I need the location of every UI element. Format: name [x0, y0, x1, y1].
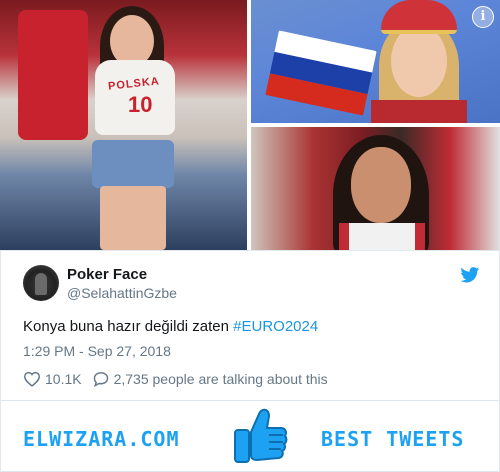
fan-legs: [100, 186, 166, 250]
fan-face: [391, 25, 447, 97]
user-handle[interactable]: @SelahattinGzbe: [67, 285, 177, 301]
kokoshnik-headdress: [381, 0, 457, 34]
thumbs-up-icon: [234, 408, 288, 463]
fan-body: [371, 100, 467, 123]
photo-polish-fan[interactable]: POLSKA 10: [0, 0, 247, 250]
heart-icon: [23, 371, 41, 387]
jersey-number: 10: [128, 92, 153, 117]
speech-bubble-icon: [93, 372, 108, 387]
photo-collage[interactable]: POLSKA 10 i: [0, 0, 500, 250]
background-fan: [18, 10, 88, 140]
tweet-card[interactable]: Poker Face @SelahattinGzbe Konya buna ha…: [0, 250, 500, 400]
twitter-bird-icon[interactable]: [460, 267, 480, 283]
talking-count: 2,735 people are talking about this: [113, 371, 328, 387]
hashtag-link[interactable]: #EURO2024: [233, 318, 318, 335]
tweet-text-plain: Konya buna hazır değildi zaten: [23, 318, 234, 335]
fan-jersey: [339, 223, 425, 250]
brand-text[interactable]: ELWIZARA.COM: [23, 427, 180, 451]
display-name[interactable]: Poker Face: [67, 266, 147, 283]
info-icon[interactable]: i: [472, 6, 494, 28]
fan-face: [351, 147, 411, 223]
tagline-text: BEST TWEETS: [321, 427, 465, 451]
reply-action[interactable]: 2,735 people are talking about this: [92, 371, 328, 387]
footer-banner[interactable]: ELWIZARA.COM BEST TWEETS: [0, 400, 500, 472]
photo-russian-fan[interactable]: i: [251, 0, 500, 123]
tweet-timestamp[interactable]: 1:29 PM - Sep 27, 2018: [23, 343, 171, 359]
photo-smiling-fan[interactable]: [251, 127, 500, 250]
avatar[interactable]: [23, 265, 59, 301]
like-count: 10.1K: [45, 371, 82, 387]
tweet-actions: 10.1K 2,735 people are talking about thi…: [23, 370, 338, 388]
fan-shorts: [92, 140, 174, 188]
russia-flag: [265, 30, 377, 116]
tweet-text: Konya buna hazır değildi zaten #EURO2024: [23, 318, 318, 335]
like-action[interactable]: 10.1K: [23, 371, 82, 387]
